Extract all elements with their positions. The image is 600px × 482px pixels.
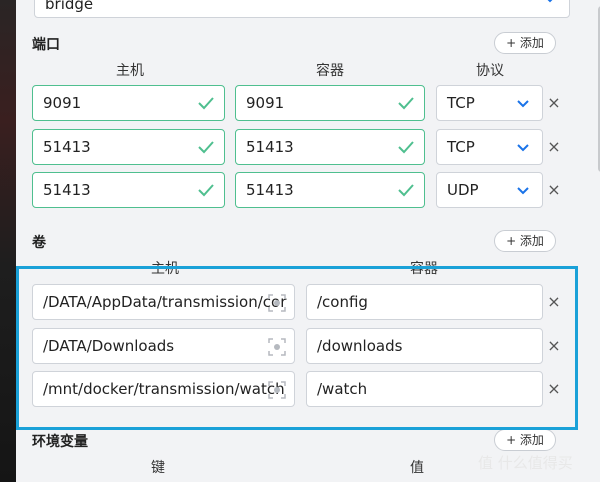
- add-env-button[interactable]: + 添加: [494, 429, 556, 451]
- port-protocol-select[interactable]: TCP: [436, 85, 543, 121]
- port-container-value: 9091: [246, 94, 285, 112]
- ports-col-protocol: 协议: [476, 63, 504, 79]
- settings-panel: bridge 端口 + 添加 主机 容器 协议 9091 9091 TCP × …: [16, 0, 600, 482]
- volume-container-value: /config: [317, 293, 368, 311]
- check-icon: [398, 184, 414, 197]
- remove-port-button[interactable]: ×: [547, 95, 561, 111]
- check-icon: [398, 97, 414, 110]
- volumes-col-host: 主机: [151, 261, 179, 277]
- remove-volume-button[interactable]: ×: [547, 381, 561, 397]
- remove-volume-button[interactable]: ×: [547, 338, 561, 354]
- port-host-input[interactable]: 9091: [32, 85, 225, 121]
- volumes-section-title: 卷: [32, 235, 46, 251]
- chevron-down-icon: [517, 144, 529, 152]
- port-protocol-value: TCP: [447, 94, 475, 112]
- chevron-down-icon: [547, 0, 553, 3]
- volume-container-input[interactable]: /downloads: [306, 328, 543, 364]
- volume-host-input[interactable]: /DATA/Downloads: [32, 328, 295, 364]
- port-host-value: 51413: [43, 138, 91, 156]
- add-volume-button[interactable]: + 添加: [494, 230, 556, 252]
- port-container-value: 51413: [246, 138, 294, 156]
- port-protocol-select[interactable]: UDP: [436, 172, 543, 208]
- port-host-input[interactable]: 51413: [32, 129, 225, 165]
- check-icon: [398, 141, 414, 154]
- check-icon: [198, 184, 214, 197]
- network-select[interactable]: bridge: [34, 0, 570, 18]
- volume-host-value: /DATA/Downloads: [43, 337, 175, 355]
- volumes-col-container: 容器: [410, 261, 438, 277]
- folder-browse-icon[interactable]: [268, 294, 286, 312]
- remove-volume-button[interactable]: ×: [547, 294, 561, 310]
- chevron-down-icon: [517, 187, 529, 195]
- volume-host-value: /DATA/AppData/transmission/cor: [43, 293, 287, 311]
- port-container-input[interactable]: 51413: [235, 129, 425, 165]
- ports-section-title: 端口: [32, 37, 60, 53]
- add-port-button[interactable]: + 添加: [494, 32, 556, 54]
- volume-container-input[interactable]: /config: [306, 284, 543, 320]
- chevron-down-icon: [517, 100, 529, 108]
- volume-host-value: /mnt/docker/transmission/watch: [43, 380, 285, 398]
- volume-host-input[interactable]: /mnt/docker/transmission/watch: [32, 371, 295, 407]
- env-col-key: 键: [151, 460, 165, 476]
- port-host-value: 9091: [43, 94, 82, 112]
- folder-browse-icon[interactable]: [268, 381, 286, 399]
- remove-port-button[interactable]: ×: [547, 182, 561, 198]
- volume-container-value: /watch: [317, 380, 368, 398]
- port-protocol-value: TCP: [447, 138, 475, 156]
- port-protocol-value: UDP: [447, 181, 479, 199]
- port-container-input[interactable]: 51413: [235, 172, 425, 208]
- remove-port-button[interactable]: ×: [547, 139, 561, 155]
- volume-container-input[interactable]: /watch: [306, 371, 543, 407]
- volume-container-value: /downloads: [317, 337, 403, 355]
- check-icon: [198, 141, 214, 154]
- ports-col-container: 容器: [316, 63, 344, 79]
- env-section-title: 环境变量: [32, 434, 88, 450]
- port-host-value: 51413: [43, 181, 91, 199]
- ports-col-host: 主机: [116, 63, 144, 79]
- port-host-input[interactable]: 51413: [32, 172, 225, 208]
- port-container-value: 51413: [246, 181, 294, 199]
- port-container-input[interactable]: 9091: [235, 85, 425, 121]
- check-icon: [198, 97, 214, 110]
- env-col-value: 值: [410, 460, 424, 476]
- volume-host-input[interactable]: /DATA/AppData/transmission/cor: [32, 284, 295, 320]
- network-select-value: bridge: [45, 0, 94, 13]
- folder-browse-icon[interactable]: [268, 338, 286, 356]
- watermark: 值 什么值得买: [478, 454, 573, 472]
- port-protocol-select[interactable]: TCP: [436, 129, 543, 165]
